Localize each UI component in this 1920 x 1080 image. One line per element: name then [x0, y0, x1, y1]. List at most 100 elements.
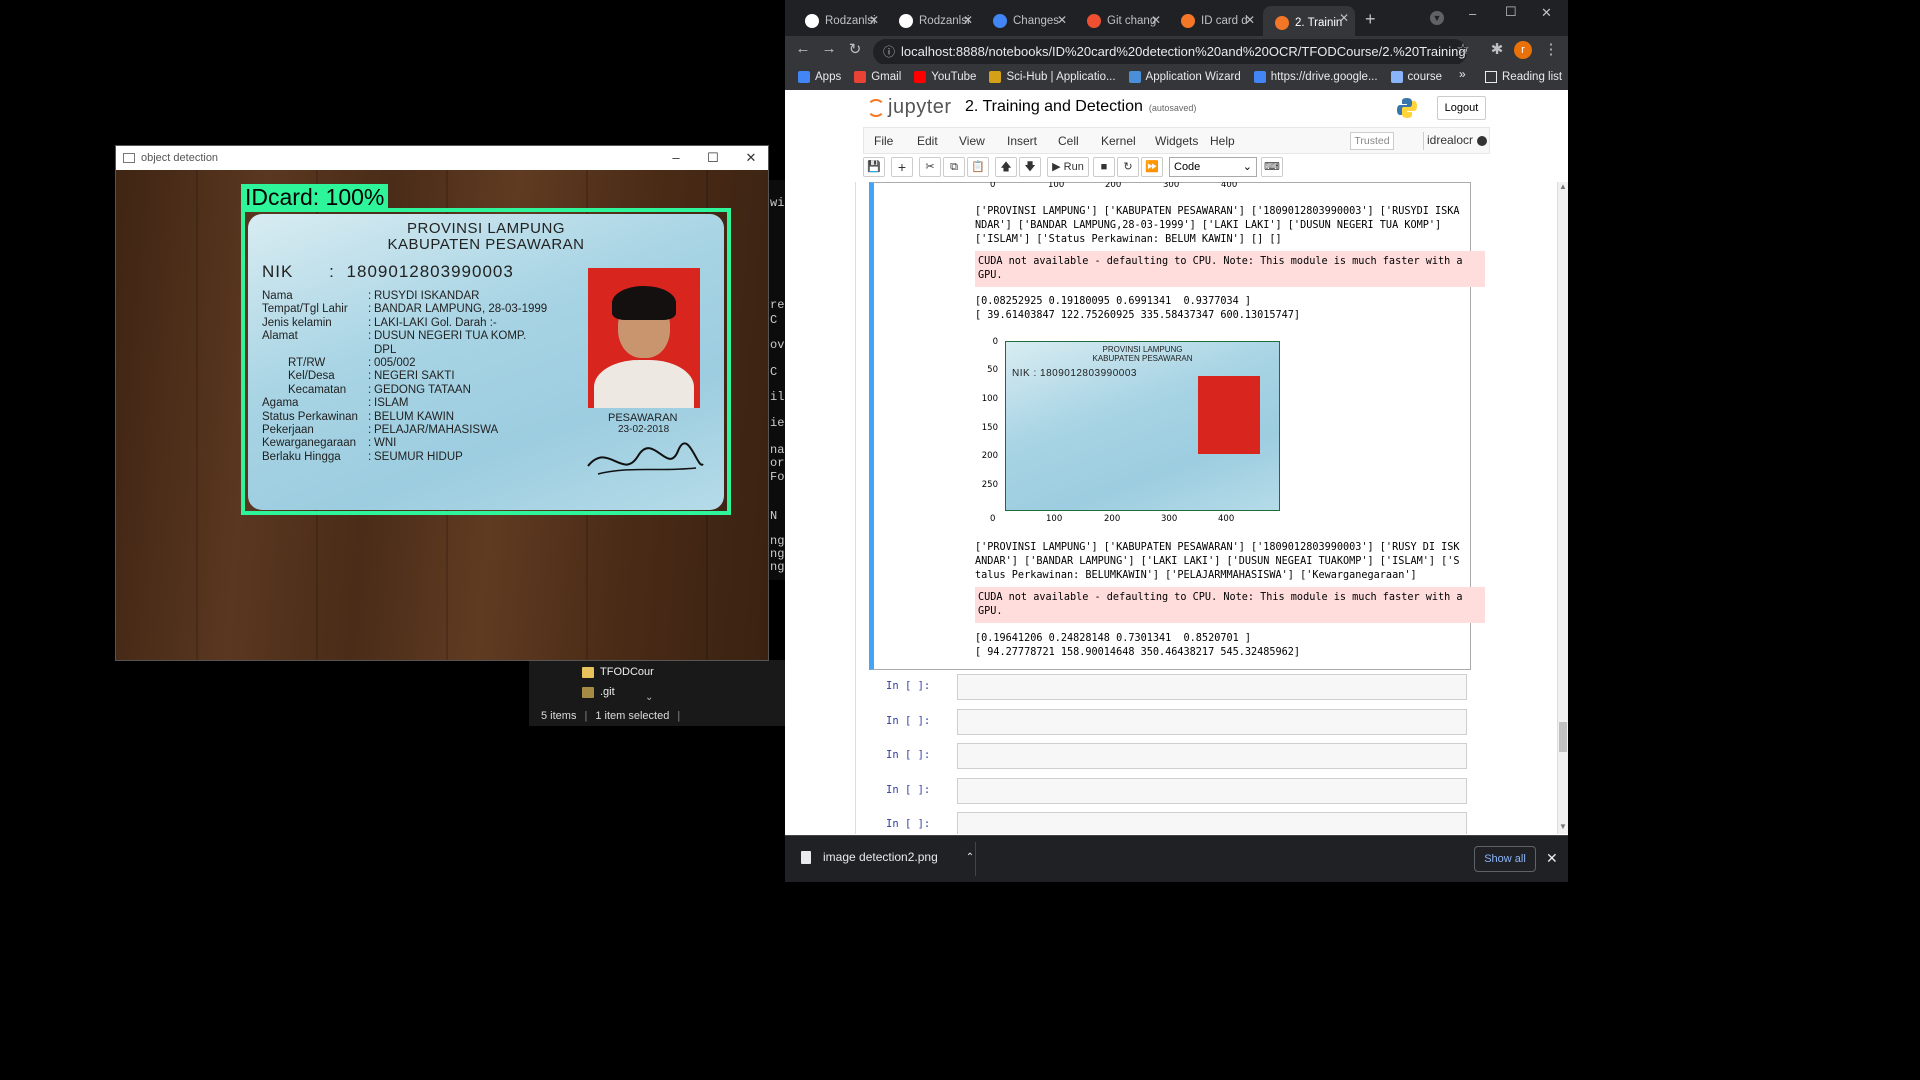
- tab-close-icon[interactable]: ✕: [1151, 13, 1161, 27]
- bookmark-item[interactable]: Apps: [798, 71, 841, 83]
- scroll-down-icon[interactable]: ▼: [1559, 822, 1567, 831]
- maximize-icon[interactable]: ☐: [1505, 4, 1517, 20]
- paste-icon[interactable]: 📋: [967, 157, 989, 177]
- scroll-up-icon[interactable]: ▲: [1559, 182, 1567, 191]
- menu-item[interactable]: Insert: [1007, 134, 1037, 148]
- bookmark-item[interactable]: Sci-Hub | Applicatio...: [989, 71, 1116, 83]
- reload-icon[interactable]: ↻: [845, 40, 865, 58]
- close-icon[interactable]: ✕: [1541, 5, 1552, 21]
- download-item[interactable]: image detection2.png ⌃: [801, 850, 974, 864]
- minimize-icon[interactable]: –: [1469, 6, 1476, 21]
- browser-tab[interactable]: 2. Trainin ✕: [1263, 6, 1355, 40]
- jupyter-logo[interactable]: jupyter: [867, 96, 952, 119]
- window-titlebar[interactable]: object detection – ☐ ✕: [116, 146, 768, 170]
- tab-close-icon[interactable]: ✕: [1057, 13, 1067, 27]
- notebook-title[interactable]: 2. Training and Detection (autosaved): [965, 98, 1196, 116]
- minimize-icon[interactable]: –: [667, 149, 685, 167]
- chevron-up-icon[interactable]: ⌃: [966, 852, 974, 863]
- fast-forward-icon[interactable]: ⏩: [1141, 157, 1163, 177]
- notebook-scrollbar[interactable]: ▲ ▼: [1558, 182, 1568, 834]
- code-editor[interactable]: [957, 708, 1467, 735]
- kernel-name[interactable]: idrealocr: [1427, 133, 1473, 147]
- menu-item[interactable]: Help: [1210, 134, 1235, 148]
- empty-code-cell[interactable]: In [ ]:: [856, 777, 1471, 804]
- chevron-down-icon[interactable]: ⌄: [645, 692, 653, 703]
- move-up-icon[interactable]: 🡅: [995, 157, 1017, 177]
- menu-item[interactable]: Kernel: [1101, 134, 1136, 148]
- extensions-icon[interactable]: ✱: [1487, 40, 1507, 58]
- trusted-indicator[interactable]: Trusted: [1350, 132, 1394, 150]
- keyboard-icon[interactable]: ⌨: [1261, 157, 1283, 177]
- tab-close-icon[interactable]: ✕: [1245, 13, 1255, 27]
- terminal-text-fragment: ove: [770, 338, 785, 352]
- browser-tab[interactable]: Rodzanlsi ✕: [793, 8, 885, 34]
- more-bookmarks-icon[interactable]: »: [1459, 67, 1466, 81]
- browser-tab[interactable]: Rodzanlsi ✕: [887, 8, 979, 34]
- explorer-item[interactable]: TFODCour: [582, 666, 654, 678]
- code-editor[interactable]: [957, 777, 1467, 804]
- bookmark-item[interactable]: Application Wizard: [1128, 71, 1241, 83]
- tab-search-icon[interactable]: ▼: [1430, 11, 1444, 25]
- bookmark-label: course: [1407, 71, 1443, 83]
- empty-code-cell[interactable]: In [ ]:: [856, 708, 1471, 735]
- menu-item[interactable]: Cell: [1058, 134, 1079, 148]
- maximize-icon[interactable]: ☐: [704, 149, 722, 167]
- forward-icon[interactable]: →: [819, 40, 839, 57]
- cell-type-select[interactable]: Code ⌄: [1169, 157, 1257, 177]
- stop-icon[interactable]: ■: [1093, 157, 1115, 177]
- plot-x-tick-label: 400: [1218, 514, 1235, 524]
- bookmark-item[interactable]: course: [1390, 71, 1443, 83]
- menu-kebab-icon[interactable]: ⋮: [1541, 40, 1561, 58]
- insert-cell-icon[interactable]: +: [891, 157, 913, 177]
- browser-tab[interactable]: Git chang ✕: [1075, 8, 1167, 34]
- scrollbar-thumb[interactable]: [1559, 722, 1567, 752]
- empty-code-cell[interactable]: In [ ]:: [856, 812, 1471, 834]
- close-download-bar-icon[interactable]: ✕: [1546, 850, 1558, 867]
- bookmark-item[interactable]: https://drive.google...: [1253, 71, 1378, 83]
- menu-item[interactable]: File: [874, 134, 893, 148]
- plot-x-tick-label: 0: [990, 514, 996, 524]
- restart-icon[interactable]: ↻: [1117, 157, 1139, 177]
- tab-close-icon[interactable]: ✕: [963, 13, 973, 27]
- back-icon[interactable]: ←: [793, 40, 813, 57]
- empty-code-cell[interactable]: In [ ]:: [856, 674, 1471, 700]
- menu-item[interactable]: View: [959, 134, 985, 148]
- run-button[interactable]: ▶ Run: [1047, 157, 1089, 177]
- bookmark-item[interactable]: Gmail: [854, 71, 901, 83]
- cut-icon[interactable]: ✂: [919, 157, 941, 177]
- selected-output-cell[interactable]: 0 100 200 300 400 ['PROVINSI LAMPUNG'] ['KAB…: [869, 182, 1485, 670]
- detection-bounding-box: [241, 208, 731, 515]
- bookmark-item[interactable]: YouTube: [914, 71, 976, 83]
- google-icon: [993, 14, 1007, 28]
- explorer-item[interactable]: .git: [582, 686, 615, 698]
- menu-item[interactable]: Edit: [917, 134, 938, 148]
- info-icon[interactable]: ⓘ: [883, 39, 895, 65]
- notebook-area[interactable]: 0 100 200 300 400 ['PROVINSI LAMPUNG'] ['KAB…: [855, 182, 1558, 834]
- bookmark-star-icon[interactable]: ☆: [1453, 40, 1473, 58]
- logout-button[interactable]: Logout: [1437, 96, 1486, 120]
- menu-item[interactable]: Widgets: [1155, 134, 1198, 148]
- show-all-button[interactable]: Show all: [1474, 846, 1536, 872]
- profile-avatar[interactable]: r: [1514, 41, 1532, 59]
- browser-window[interactable]: Rodzanlsi ✕ Rodzanlsi ✕ Changes ✕ Git chang ✕ ID…: [785, 0, 1568, 882]
- tab-label: Rodzanlsi: [825, 15, 876, 27]
- plot-y-tick-label: 200: [981, 451, 998, 461]
- save-icon[interactable]: 💾: [863, 157, 885, 177]
- bookmark-label: https://drive.google...: [1270, 71, 1378, 83]
- code-editor[interactable]: [957, 674, 1467, 700]
- tab-close-icon[interactable]: ✕: [869, 13, 879, 27]
- browser-tab[interactable]: Changes ✕: [981, 8, 1073, 34]
- object-detection-window[interactable]: object detection – ☐ ✕ PROVINSI LAMPUNG …: [115, 145, 769, 661]
- new-tab-button[interactable]: +: [1365, 9, 1376, 30]
- copy-icon[interactable]: ⧉: [943, 157, 965, 177]
- reading-list-button[interactable]: Reading list: [1485, 64, 1562, 90]
- close-icon[interactable]: ✕: [742, 149, 760, 167]
- download-bar: image detection2.png ⌃ Show all ✕: [785, 835, 1568, 882]
- empty-code-cell[interactable]: In [ ]:: [856, 743, 1471, 769]
- browser-tab[interactable]: ID card d ✕: [1169, 8, 1261, 34]
- code-editor[interactable]: [957, 743, 1467, 769]
- code-editor[interactable]: [957, 812, 1467, 834]
- move-down-icon[interactable]: 🡇: [1019, 157, 1041, 177]
- address-bar[interactable]: ⓘ localhost:8888/notebooks/ID%20card%20d…: [873, 39, 1467, 65]
- tab-close-icon[interactable]: ✕: [1339, 11, 1349, 25]
